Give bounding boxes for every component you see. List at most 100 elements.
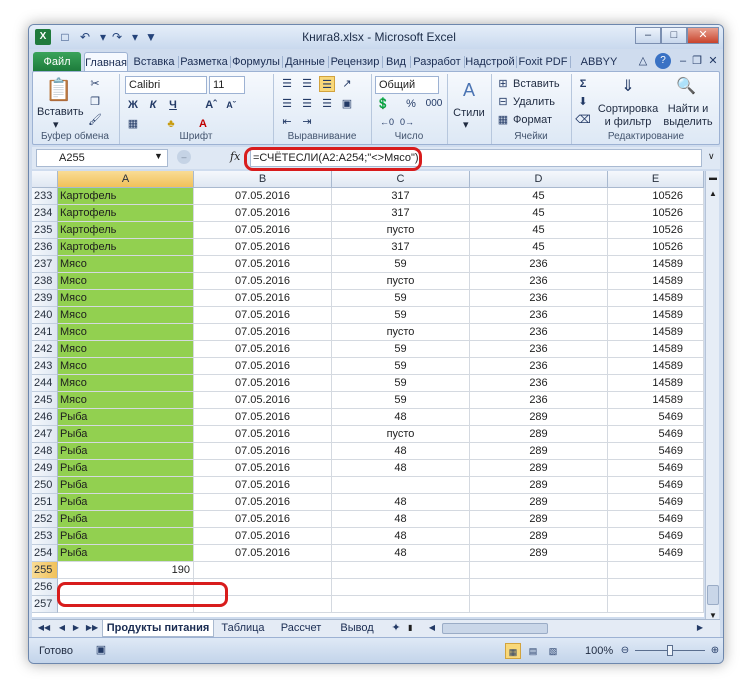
cell-a[interactable]: Рыба xyxy=(58,494,194,511)
cell-c[interactable]: 48 xyxy=(332,443,470,460)
cell-d[interactable]: 236 xyxy=(470,273,608,290)
cell-e[interactable]: 5469 xyxy=(608,494,704,511)
macro-record-icon[interactable]: ▣ xyxy=(93,642,109,658)
shrink-font-icon[interactable]: Aˇ xyxy=(223,97,239,113)
cell-a[interactable]: Мясо xyxy=(58,273,194,290)
row-header[interactable]: 237 xyxy=(32,256,58,273)
cell-b[interactable]: 07.05.2016 xyxy=(194,290,332,307)
cell-a[interactable]: Рыба xyxy=(58,511,194,528)
cell-e[interactable]: 14589 xyxy=(608,358,704,375)
paste-button-label[interactable]: Вставить xyxy=(37,105,84,119)
format-cells-icon[interactable]: ▦ xyxy=(495,112,511,128)
split-box-icon[interactable]: ▬ xyxy=(707,173,719,185)
cell-e[interactable]: 5469 xyxy=(608,511,704,528)
cell-b[interactable]: 07.05.2016 xyxy=(194,205,332,222)
clear-icon[interactable]: ⌫ xyxy=(575,112,591,128)
help-icon[interactable]: ? xyxy=(655,53,671,69)
row-header[interactable]: 253 xyxy=(32,528,58,545)
cell-b[interactable]: 07.05.2016 xyxy=(194,222,332,239)
cell-a[interactable]: Мясо xyxy=(58,358,194,375)
row-header[interactable]: 244 xyxy=(32,375,58,392)
new-sheet-icon[interactable]: ✦ xyxy=(388,620,404,636)
minimize-button[interactable]: – xyxy=(635,27,661,44)
cell-b[interactable]: 07.05.2016 xyxy=(194,528,332,545)
align-bottom-icon[interactable]: ☰ xyxy=(319,76,335,92)
cell-e[interactable]: 5469 xyxy=(608,426,704,443)
row-header[interactable]: 246 xyxy=(32,409,58,426)
row-header[interactable]: 254 xyxy=(32,545,58,562)
cell-c[interactable]: 59 xyxy=(332,358,470,375)
tab-developer[interactable]: Разработ xyxy=(411,52,463,72)
cell-a[interactable]: Рыба xyxy=(58,477,194,494)
delete-cells-label[interactable]: Удалить xyxy=(513,95,555,109)
cell-a[interactable]: Мясо xyxy=(58,256,194,273)
cell-c[interactable]: 48 xyxy=(332,545,470,562)
name-box-dropdown-icon[interactable]: ▼ xyxy=(154,151,163,161)
cell-b[interactable]: 07.05.2016 xyxy=(194,494,332,511)
cell-e[interactable]: 5469 xyxy=(608,443,704,460)
name-box[interactable]: A255 xyxy=(36,149,168,167)
cell-c[interactable]: 59 xyxy=(332,290,470,307)
doc-restore-icon[interactable]: ❐ xyxy=(689,53,705,69)
tab-foxit-pdf[interactable]: Foxit PDF xyxy=(517,52,569,72)
underline-button[interactable]: Ч xyxy=(165,97,181,113)
cell-d[interactable] xyxy=(470,579,608,596)
formula-circle-icon[interactable]: – xyxy=(177,150,191,164)
cell-d[interactable]: 236 xyxy=(470,392,608,409)
cell-d[interactable]: 45 xyxy=(470,222,608,239)
cell-b[interactable]: 07.05.2016 xyxy=(194,358,332,375)
cell-c[interactable]: 317 xyxy=(332,205,470,222)
row-header[interactable]: 238 xyxy=(32,273,58,290)
cell-c[interactable]: 48 xyxy=(332,511,470,528)
row-header[interactable]: 234 xyxy=(32,205,58,222)
cell-b[interactable]: 07.05.2016 xyxy=(194,239,332,256)
font-size-combo[interactable]: 11 xyxy=(209,76,245,94)
cell-d[interactable] xyxy=(470,596,608,613)
page-layout-view-icon[interactable]: ▤ xyxy=(525,643,541,659)
cell-b[interactable]: 07.05.2016 xyxy=(194,307,332,324)
sheet-tab-output[interactable]: Вывод xyxy=(332,620,382,637)
cell-b[interactable]: 07.05.2016 xyxy=(194,375,332,392)
row-header[interactable]: 247 xyxy=(32,426,58,443)
thousands-button[interactable]: 000 xyxy=(423,96,445,112)
tab-view[interactable]: Вид xyxy=(383,52,409,72)
cell-b[interactable]: 07.05.2016 xyxy=(194,409,332,426)
currency-icon[interactable]: 💲 xyxy=(375,96,391,112)
cell-e[interactable] xyxy=(608,562,704,579)
cell-d[interactable]: 236 xyxy=(470,358,608,375)
cell-e[interactable]: 5469 xyxy=(608,477,704,494)
cell-c[interactable]: 59 xyxy=(332,392,470,409)
increase-indent-icon[interactable]: ⇥ xyxy=(299,114,315,130)
hscroll-thumb[interactable] xyxy=(442,623,548,634)
spreadsheet-grid[interactable]: A B C D E 233 Картофель 07.05.2016 317 45 105… xyxy=(32,171,704,617)
cell-d[interactable]: 289 xyxy=(470,545,608,562)
row-header[interactable]: 235 xyxy=(32,222,58,239)
merge-icon[interactable]: ▣ xyxy=(339,96,355,112)
cell-c[interactable]: 317 xyxy=(332,188,470,205)
sheet-tab-table[interactable]: Таблица xyxy=(216,620,270,637)
cell-d[interactable]: 236 xyxy=(470,341,608,358)
maximize-button[interactable]: □ xyxy=(661,27,687,44)
column-header-a[interactable]: A xyxy=(58,171,194,188)
find-select-label-2[interactable]: выделить xyxy=(661,115,715,129)
row-header[interactable]: 250 xyxy=(32,477,58,494)
row-header[interactable]: 243 xyxy=(32,358,58,375)
cell-b[interactable]: 07.05.2016 xyxy=(194,392,332,409)
cell-a[interactable]: Картофель xyxy=(58,239,194,256)
cell-e[interactable]: 10526 xyxy=(608,205,704,222)
cell-b[interactable]: 07.05.2016 xyxy=(194,324,332,341)
normal-view-icon[interactable]: ▦ xyxy=(505,643,521,659)
cell-c[interactable]: 59 xyxy=(332,307,470,324)
cell-d[interactable]: 289 xyxy=(470,494,608,511)
tab-insert[interactable]: Вставка xyxy=(131,52,177,72)
row-header[interactable]: 236 xyxy=(32,239,58,256)
cell-b[interactable]: 07.05.2016 xyxy=(194,341,332,358)
last-sheet-icon[interactable]: ▶▶ xyxy=(84,620,100,636)
scroll-thumb[interactable] xyxy=(707,585,719,605)
cell-d[interactable]: 45 xyxy=(470,239,608,256)
cell-e[interactable]: 14589 xyxy=(608,290,704,307)
cell-c[interactable]: 48 xyxy=(332,460,470,477)
row-header[interactable]: 248 xyxy=(32,443,58,460)
cell-a[interactable]: Картофель xyxy=(58,205,194,222)
paste-dropdown-icon[interactable]: ▾ xyxy=(53,118,59,132)
